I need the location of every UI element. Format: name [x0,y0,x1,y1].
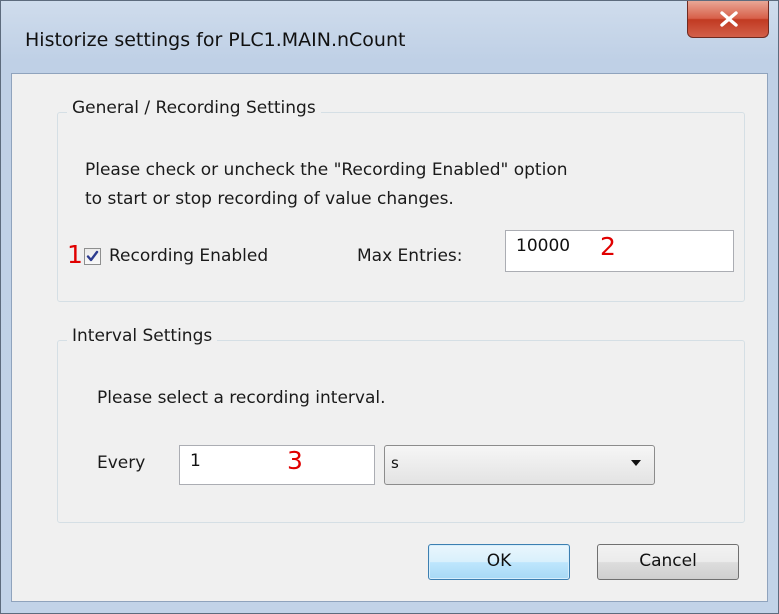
chevron-down-icon [631,460,641,466]
annotation-marker-3: 3 [287,446,303,475]
general-description-line2: to start or stop recording of value chan… [85,189,454,209]
window-title: Historize settings for PLC1.MAIN.nCount [25,29,406,51]
dialog-window: Historize settings for PLC1.MAIN.nCount … [0,0,779,614]
recording-enabled-checkbox[interactable] [84,248,101,265]
interval-unit-selected: s [391,454,399,472]
checkmark-icon [86,250,99,262]
every-input[interactable]: 1 [179,445,375,485]
recording-enabled-label[interactable]: Recording Enabled [109,244,268,269]
annotation-marker-2: 2 [600,232,616,261]
interval-settings-group [57,340,745,523]
interval-unit-dropdown[interactable]: s [384,445,655,485]
title-bar[interactable]: Historize settings for PLC1.MAIN.nCount [1,1,778,73]
general-description-line1: Please check or uncheck the "Recording E… [85,160,568,180]
annotation-marker-1: 1 [67,240,83,269]
interval-description: Please select a recording interval. [97,388,386,408]
cancel-button[interactable]: Cancel [597,544,739,580]
close-button[interactable] [687,1,769,38]
every-label: Every [97,453,146,473]
interval-settings-legend: Interval Settings [67,326,218,346]
max-entries-label: Max Entries: [357,246,463,266]
dialog-content: General / Recording Settings Please chec… [11,73,768,602]
max-entries-input[interactable]: 10000 [505,230,734,272]
general-settings-legend: General / Recording Settings [67,98,321,118]
close-icon [720,11,738,27]
ok-button[interactable]: OK [428,544,570,580]
